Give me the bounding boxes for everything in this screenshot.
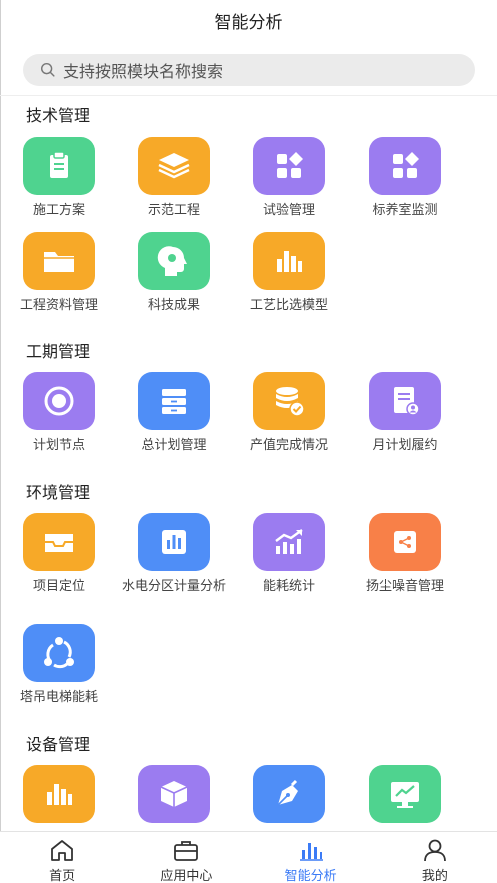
module-tile[interactable] <box>234 765 344 831</box>
layers-icon <box>138 137 210 195</box>
module-label: 试验管理 <box>262 203 315 218</box>
module-label: 工艺比选模型 <box>249 298 328 313</box>
module-tile[interactable] <box>119 765 229 831</box>
module-label: 标养室监测 <box>372 203 438 218</box>
search-placeholder: 支持按照模块名称搜索 <box>63 62 224 81</box>
section-title-schedule: 工期管理 <box>26 342 91 361</box>
module-label: 水电分区计量分析 <box>121 579 226 594</box>
module-tile[interactable] <box>4 765 114 831</box>
bar-chart-icon <box>253 232 325 290</box>
pen-nib-icon <box>253 765 325 823</box>
page-header: 智能分析 <box>0 0 497 48</box>
module-label: 扬尘噪音管理 <box>365 579 444 594</box>
module-tile[interactable]: 产值完成情况 <box>234 372 344 454</box>
tab-label: 智能分析 <box>284 869 337 883</box>
share-box-icon <box>369 513 441 571</box>
module-label: 工程资料管理 <box>19 298 98 313</box>
apps-grid-icon <box>369 137 441 195</box>
module-label: 总计划管理 <box>141 438 207 453</box>
module-tile[interactable]: 总计划管理 <box>119 372 229 454</box>
module-tile[interactable]: 试验管理 <box>234 137 344 219</box>
module-tile[interactable]: 项目定位 <box>4 513 114 595</box>
module-label: 施工方案 <box>32 203 85 218</box>
bottom-tab-bar: 首页 应用中心 智能分析 我的 <box>0 831 497 883</box>
module-label: 塔吊电梯能耗 <box>19 690 98 705</box>
search-icon <box>40 62 55 77</box>
module-tile[interactable]: 水电分区计量分析 <box>119 513 229 595</box>
home-icon <box>0 838 124 862</box>
bar-chart-icon <box>249 838 373 862</box>
tab-label: 我的 <box>421 869 448 883</box>
cabinet-icon <box>138 372 210 430</box>
module-tile[interactable]: 工艺比选模型 <box>234 232 344 314</box>
user-icon <box>373 838 497 862</box>
section-title-environment: 环境管理 <box>26 483 91 502</box>
page-title: 智能分析 <box>214 13 283 33</box>
module-list[interactable]: 技术管理 施工方案 示范工程 试验管理 标养室监测 工程资料管理 科技成果 工艺… <box>0 96 497 831</box>
apps-grid-icon <box>253 137 325 195</box>
bar-chart-icon <box>138 513 210 571</box>
tab-mine[interactable]: 我的 <box>373 832 497 883</box>
tab-label: 应用中心 <box>160 869 213 883</box>
module-label: 项目定位 <box>32 579 85 594</box>
clipboard-icon <box>23 137 95 195</box>
module-tile[interactable]: 标养室监测 <box>350 137 460 219</box>
document-user-icon <box>369 372 441 430</box>
section-title-tech: 技术管理 <box>26 106 91 125</box>
monitor-trend-icon <box>369 765 441 823</box>
inbox-tray-icon <box>23 513 95 571</box>
tab-label: 首页 <box>49 869 76 883</box>
module-label: 月计划履约 <box>372 438 438 453</box>
trend-chart-icon <box>253 513 325 571</box>
module-tile[interactable]: 计划节点 <box>4 372 114 454</box>
module-label: 计划节点 <box>32 438 85 453</box>
search-bar[interactable]: 支持按照模块名称搜索 <box>23 54 475 86</box>
module-tile[interactable]: 能耗统计 <box>234 513 344 595</box>
module-label: 产值完成情况 <box>249 438 328 453</box>
bar-chart-icon <box>23 765 95 823</box>
module-tile[interactable]: 工程资料管理 <box>4 232 114 314</box>
tab-home[interactable]: 首页 <box>0 832 124 883</box>
module-label: 能耗统计 <box>262 579 315 594</box>
module-label: 科技成果 <box>147 298 200 313</box>
circle-node-icon <box>23 372 95 430</box>
section-title-equipment: 设备管理 <box>26 735 91 754</box>
share-nodes-icon <box>23 624 95 682</box>
module-tile[interactable]: 科技成果 <box>119 232 229 314</box>
module-tile[interactable]: 月计划履约 <box>350 372 460 454</box>
head-brain-icon <box>138 232 210 290</box>
module-tile[interactable]: 扬尘噪音管理 <box>350 513 460 595</box>
cube-icon <box>138 765 210 823</box>
module-label: 示范工程 <box>147 203 200 218</box>
module-tile[interactable] <box>350 765 460 831</box>
tab-analysis[interactable]: 智能分析 <box>249 832 373 883</box>
module-tile[interactable]: 示范工程 <box>119 137 229 219</box>
folder-icon <box>23 232 95 290</box>
database-check-icon <box>253 372 325 430</box>
tab-app-center[interactable]: 应用中心 <box>124 832 248 883</box>
module-tile[interactable]: 塔吊电梯能耗 <box>4 624 114 706</box>
module-tile[interactable]: 施工方案 <box>4 137 114 219</box>
briefcase-icon <box>124 838 248 862</box>
